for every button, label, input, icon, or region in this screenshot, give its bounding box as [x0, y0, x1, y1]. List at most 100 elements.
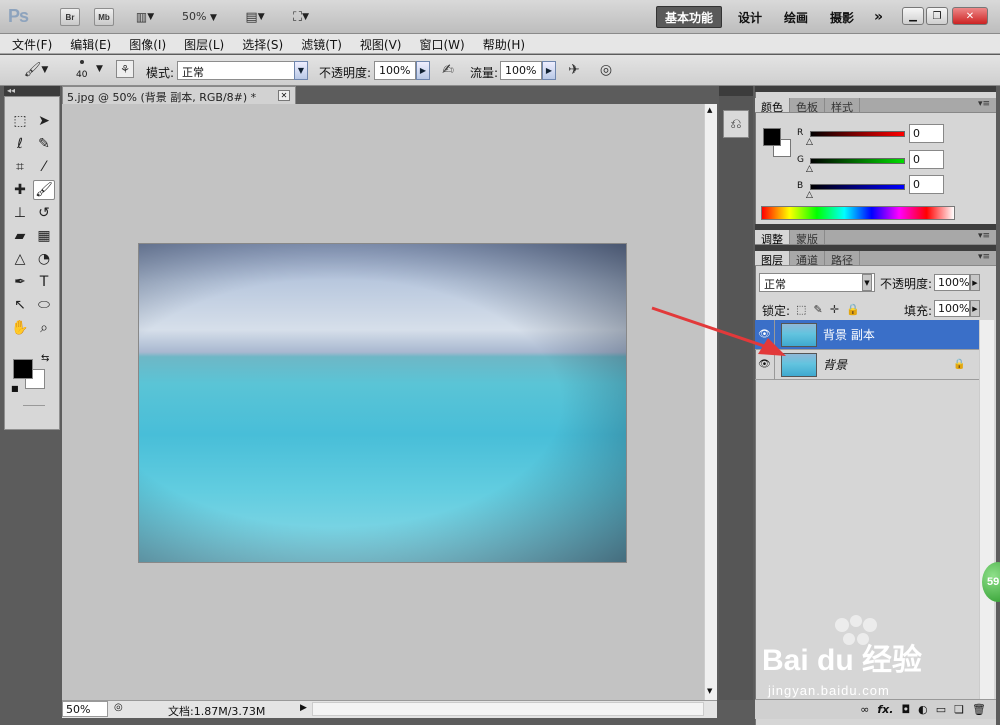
panel-menu-icon[interactable]: ▾≡: [978, 231, 990, 241]
crop-tool[interactable]: ⌗: [9, 157, 31, 177]
move-tool[interactable]: ➤: [33, 111, 55, 131]
red-slider[interactable]: [810, 131, 905, 137]
panel-foreground-swatch[interactable]: [763, 128, 781, 146]
blue-value-input[interactable]: 0: [909, 175, 944, 194]
brush-preset-picker[interactable]: 40 ▼: [74, 58, 104, 84]
color-spectrum[interactable]: [761, 206, 955, 220]
tab-masks[interactable]: 蒙版: [790, 230, 825, 246]
menu-image[interactable]: 图像(I): [117, 34, 172, 53]
close-button[interactable]: ✕: [952, 7, 988, 25]
tool-preset-picker[interactable]: 🖌 ▼: [18, 60, 54, 80]
lasso-tool[interactable]: ℓ: [9, 134, 31, 154]
new-layer-icon[interactable]: ❏: [954, 703, 964, 716]
ellipse-tool[interactable]: ⬭: [33, 295, 55, 315]
scroll-down-icon[interactable]: ▼: [707, 687, 712, 695]
trash-icon[interactable]: 🗑: [972, 703, 986, 716]
scroll-up-icon[interactable]: ▲: [707, 106, 712, 114]
chevron-right-icon[interactable]: ▶: [970, 274, 980, 291]
flow-input[interactable]: 100%: [500, 61, 542, 80]
panel-menu-icon[interactable]: ▾≡: [978, 252, 990, 262]
chevron-right-icon[interactable]: ▶: [970, 300, 980, 317]
gradient-tool[interactable]: ▦: [33, 226, 55, 246]
vertical-scrollbar[interactable]: ▲ ▼: [704, 104, 717, 700]
panel-header[interactable]: [755, 86, 996, 92]
brush-panel-toggle[interactable]: ⚘: [116, 60, 134, 78]
tab-color[interactable]: 颜色: [755, 98, 790, 114]
swap-colors-icon[interactable]: ⇆: [41, 353, 49, 364]
workspace-essentials[interactable]: 基本功能: [656, 6, 723, 28]
slider-thumb-icon[interactable]: △: [806, 137, 813, 147]
tab-swatches[interactable]: 色板: [790, 98, 825, 114]
blue-slider[interactable]: [810, 184, 905, 190]
blend-mode-select[interactable]: 正常: [759, 273, 875, 292]
workspace-painting[interactable]: 绘画: [776, 6, 816, 28]
dodge-tool[interactable]: ◔: [33, 249, 55, 269]
menu-filter[interactable]: 滤镜(T): [289, 34, 348, 53]
lock-paint-icon[interactable]: ✎: [814, 303, 823, 316]
red-value-input[interactable]: 0: [909, 124, 944, 143]
status-info-icon[interactable]: ◎: [114, 702, 123, 713]
arrange-documents-dropdown[interactable]: ▤ ▼: [238, 9, 272, 25]
zoom-level-dropdown[interactable]: 50% ▼: [182, 10, 217, 23]
status-zoom-input[interactable]: 50%: [62, 701, 108, 717]
default-colors-icon[interactable]: ■: [11, 384, 19, 393]
more-workspaces-button[interactable]: »: [866, 6, 891, 28]
history-panel-button[interactable]: ⎌: [723, 110, 749, 138]
screen-mode-dropdown[interactable]: ⛶ ▼: [284, 9, 318, 25]
horizontal-scrollbar[interactable]: [312, 702, 704, 716]
lock-transparent-icon[interactable]: ⬚: [796, 303, 806, 316]
fill-input[interactable]: 100%: [934, 300, 970, 317]
type-tool[interactable]: T: [33, 272, 55, 292]
hand-tool[interactable]: ✋: [9, 318, 31, 338]
eraser-tool[interactable]: ▰: [9, 226, 31, 246]
layer-opacity-input[interactable]: 100%: [934, 274, 970, 291]
workspace-design[interactable]: 设计: [730, 6, 770, 28]
tab-channels[interactable]: 通道: [790, 251, 825, 267]
tab-paths[interactable]: 路径: [825, 251, 860, 267]
chevron-right-icon[interactable]: ▶: [542, 61, 556, 80]
airbrush-button[interactable]: ✈: [564, 60, 584, 80]
eyedropper-tool[interactable]: ⁄: [33, 157, 55, 177]
blur-tool[interactable]: △: [9, 249, 31, 269]
status-menu-icon[interactable]: ▶: [300, 703, 307, 713]
green-value-input[interactable]: 0: [909, 150, 944, 169]
menu-layer[interactable]: 图层(L): [172, 34, 230, 53]
menu-file[interactable]: 文件(F): [0, 34, 58, 53]
foreground-color-swatch[interactable]: [13, 359, 33, 379]
rect-marquee-tool[interactable]: ⬚: [9, 111, 31, 131]
green-slider[interactable]: [810, 158, 905, 164]
tab-styles[interactable]: 样式: [825, 98, 860, 114]
zoom-tool[interactable]: ⌕: [33, 318, 55, 338]
clone-stamp-tool[interactable]: ⊥: [9, 203, 31, 223]
restore-button[interactable]: ❐: [926, 7, 948, 25]
mode-select[interactable]: 正常: [177, 61, 295, 80]
menu-help[interactable]: 帮助(H): [471, 34, 531, 53]
close-icon[interactable]: ✕: [278, 90, 290, 101]
lock-all-icon[interactable]: 🔒: [846, 303, 860, 316]
document-image[interactable]: [138, 243, 627, 563]
minimize-button[interactable]: ▁: [902, 7, 924, 25]
chevron-down-icon[interactable]: ▼: [862, 274, 872, 291]
bridge-button[interactable]: Br: [60, 8, 80, 26]
workspace-photography[interactable]: 摄影: [822, 6, 862, 28]
quick-selection-tool[interactable]: ✎: [33, 134, 55, 154]
tab-layers[interactable]: 图层: [755, 251, 790, 267]
menu-select[interactable]: 选择(S): [230, 34, 289, 53]
layers-scrollbar[interactable]: [979, 320, 994, 700]
menu-edit[interactable]: 编辑(E): [58, 34, 117, 53]
slider-thumb-icon[interactable]: △: [806, 164, 813, 174]
view-extras-dropdown[interactable]: ▥ ▼: [130, 9, 160, 25]
tablet-opacity-button[interactable]: ✍: [438, 60, 458, 80]
opacity-input[interactable]: 100%: [374, 61, 416, 80]
path-selection-tool[interactable]: ↖: [9, 295, 31, 315]
tab-adjustments[interactable]: 调整: [755, 230, 790, 246]
slider-thumb-icon[interactable]: △: [806, 190, 813, 200]
lock-move-icon[interactable]: ✛: [830, 303, 839, 316]
brush-tool[interactable]: 🖌: [33, 180, 55, 200]
menu-window[interactable]: 窗口(W): [407, 34, 470, 53]
document-tab[interactable]: 5.jpg @ 50% (背景 副本, RGB/8#) *: [62, 86, 296, 104]
dock-header[interactable]: [719, 86, 753, 96]
mini-bridge-button[interactable]: Mb: [94, 8, 114, 26]
toolbox-header[interactable]: ◂◂: [4, 86, 60, 96]
panel-menu-icon[interactable]: ▾≡: [978, 99, 990, 109]
